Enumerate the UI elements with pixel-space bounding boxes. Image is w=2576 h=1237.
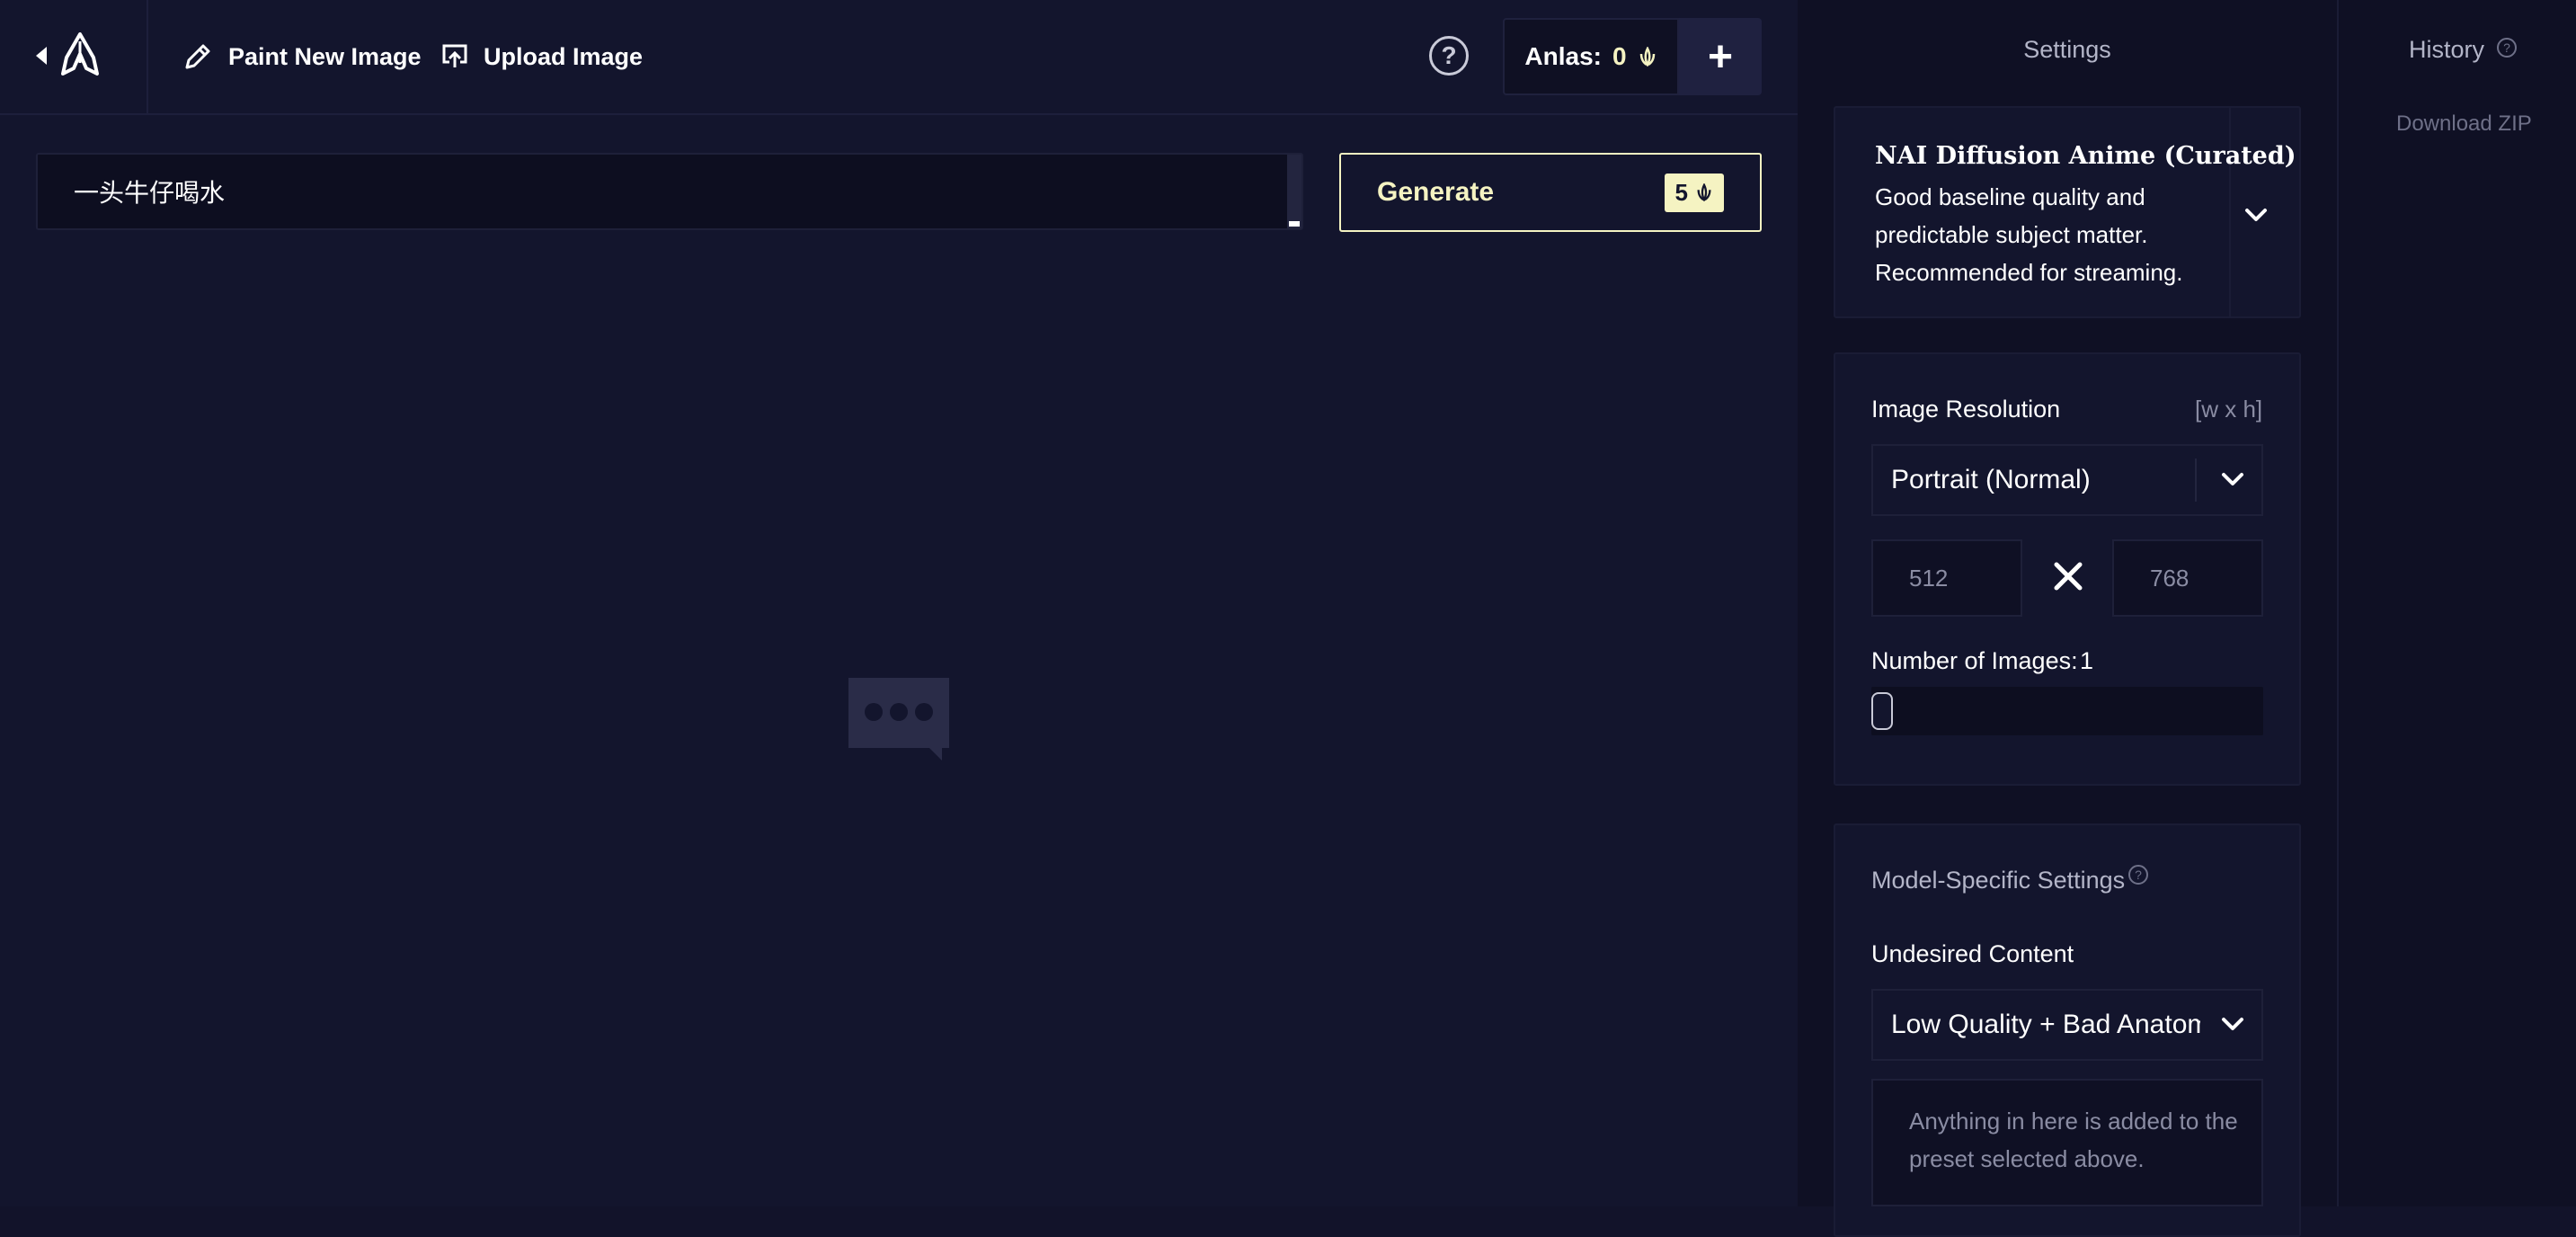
undesired-content-select[interactable]: Low Quality + Bad Anatomy (1871, 989, 2263, 1061)
pencil-icon (185, 44, 210, 69)
height-input[interactable]: 768 (2112, 539, 2263, 617)
prompt-input[interactable]: 一头牛仔喝水 (36, 153, 1303, 230)
upload-image-button[interactable]: Upload Image (440, 36, 643, 77)
model-name: NAI Diffusion Anime (Curated) (1875, 142, 2296, 170)
generate-label: Generate (1377, 177, 1495, 207)
chevron-down-icon[interactable] (2211, 458, 2254, 502)
generate-button[interactable]: Generate 5 (1339, 153, 1762, 232)
paint-new-image-button[interactable]: Paint New Image (182, 36, 422, 77)
back-arrow-icon (36, 47, 47, 65)
anlas-coin-icon (1697, 183, 1711, 201)
generate-cost-value: 5 (1674, 178, 1688, 206)
anlas-balance: Anlas: 0 (1503, 18, 1679, 95)
history-panel (2337, 0, 2576, 1206)
resolution-label: Image Resolution (1871, 396, 2061, 423)
select-divider (2195, 458, 2197, 502)
resolution-select[interactable]: Portrait (Normal) (1871, 444, 2263, 516)
paint-new-image-label: Paint New Image (228, 42, 422, 70)
anlas-label: Anlas: (1524, 42, 1602, 70)
model-specific-label: Model-Specific Settings (1871, 867, 2126, 894)
undesired-content-selected: Low Quality + Bad Anatomy (1891, 1010, 2200, 1039)
help-icon[interactable]: ? (1429, 36, 1469, 76)
history-title: History (2409, 36, 2485, 63)
undesired-content-textarea[interactable]: Anything in here is added to the preset … (1871, 1079, 2263, 1206)
chevron-down-icon[interactable] (2231, 191, 2281, 241)
settings-title: Settings (2023, 36, 2111, 63)
slider-thumb[interactable] (1871, 692, 1893, 730)
undesired-content-label: Undesired Content (1871, 940, 2074, 967)
resolution-hint: [w x h] (2195, 396, 2263, 423)
number-of-images-slider[interactable] (1871, 687, 2263, 735)
upload-image-label: Upload Image (484, 42, 644, 70)
width-input[interactable]: 512 (1871, 539, 2022, 617)
upload-icon (442, 44, 467, 67)
generate-cost-badge: 5 (1664, 173, 1724, 212)
number-of-images-value: 1 (2080, 647, 2094, 674)
download-zip-button[interactable]: Download ZIP (2396, 111, 2532, 137)
logo-back-button[interactable] (0, 0, 148, 115)
anlas-value: 0 (1612, 42, 1627, 70)
chevron-down-icon[interactable] (2211, 1003, 2254, 1046)
resolution-selected: Portrait (Normal) (1891, 465, 2091, 494)
buy-anlas-button[interactable]: + (1679, 18, 1762, 95)
anlas-coin-icon (1639, 47, 1655, 67)
novelai-logo-icon (61, 32, 99, 76)
empty-chat-bubble-icon (848, 678, 949, 761)
number-of-images-label: Number of Images: (1871, 647, 2078, 674)
prompt-scrollbar[interactable] (1287, 155, 1301, 228)
prompt-scrollbar-thumb[interactable] (1289, 221, 1300, 227)
model-description: Good baseline quality and predictable su… (1875, 183, 2183, 286)
help-icon[interactable]: ? (2497, 38, 2517, 58)
help-icon[interactable]: ? (2128, 865, 2148, 885)
times-icon (2054, 562, 2083, 591)
